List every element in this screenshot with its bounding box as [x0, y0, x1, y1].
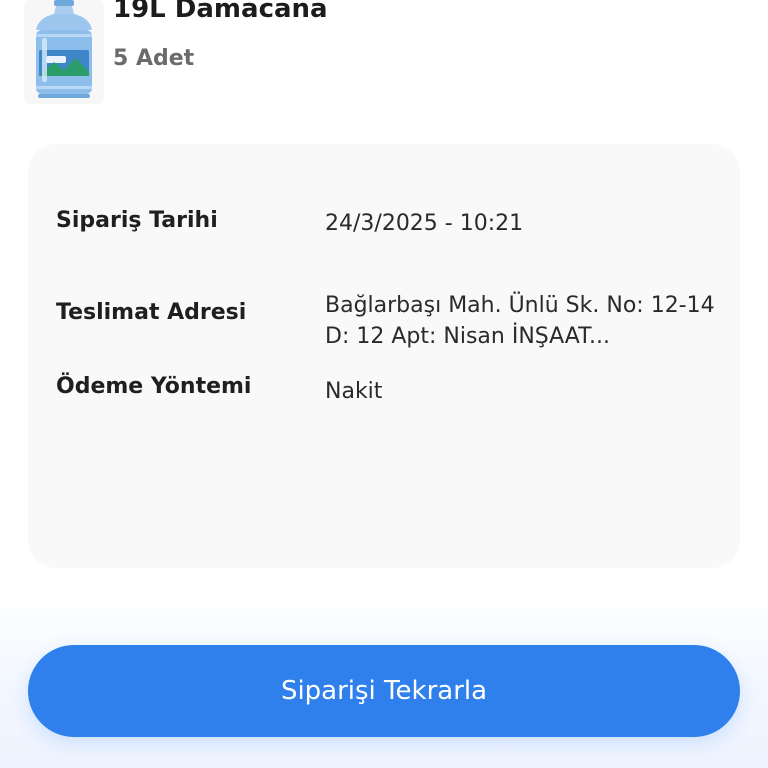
payment-method-label: Ödeme Yöntemi [56, 374, 252, 399]
product-quantity: 5 Adet [113, 46, 195, 71]
order-date-label: Sipariş Tarihi [56, 208, 218, 233]
delivery-address-label: Teslimat Adresi [56, 300, 247, 325]
product-name: 19L Damacana [113, 0, 328, 24]
reorder-button[interactable]: Siparişi Tekrarla [28, 645, 740, 737]
order-detail-screen: 19L Damacana 5 Adet Sipariş Tarihi 24/3/… [0, 0, 768, 768]
product-item: 19L Damacana 5 Adet [24, 0, 744, 110]
water-bottle-icon [24, 0, 104, 104]
order-info-card: Sipariş Tarihi 24/3/2025 - 10:21 Teslima… [28, 144, 740, 568]
order-date-value: 24/3/2025 - 10:21 [325, 211, 524, 236]
delivery-address-value: Bağlarbaşı Mah. Ünlü Sk. No: 12-14 D: 12… [325, 293, 715, 349]
payment-method-value: Nakit [325, 379, 383, 404]
